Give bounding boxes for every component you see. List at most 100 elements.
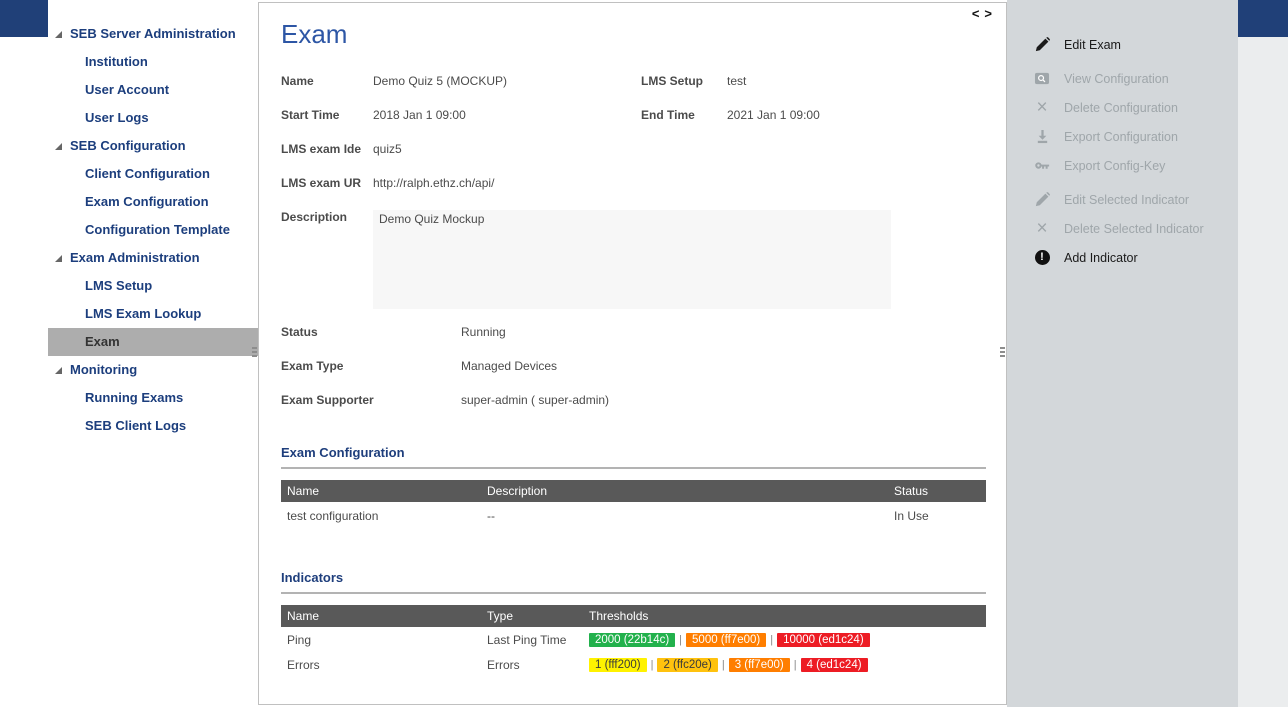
sidebar-item-label: Configuration Template <box>85 216 230 244</box>
sidebar-item-label: Running Exams <box>85 384 183 412</box>
end-time-value: 2021 Jan 1 09:00 <box>727 108 1006 122</box>
sidebar-item-running-exams[interactable]: Running Exams <box>48 384 258 412</box>
sidebar-item-seb-client-logs[interactable]: SEB Client Logs <box>48 412 258 440</box>
column-header-name: Name <box>281 609 487 623</box>
x-icon: × <box>1032 99 1052 117</box>
column-header-thresholds: Thresholds <box>589 609 986 623</box>
sidebar-item-lms-exam-lookup[interactable]: LMS Exam Lookup <box>48 300 258 328</box>
indicators-table: Name Type Thresholds Ping Last Ping Time… <box>281 605 986 677</box>
column-header-type: Type <box>487 609 589 623</box>
pager-prev-icon[interactable]: < <box>972 6 980 21</box>
exclamation-circle-icon: ! <box>1032 249 1052 267</box>
sidebar-item-label: Client Configuration <box>85 160 210 188</box>
exam-configuration-table: Name Description Status test configurati… <box>281 480 986 530</box>
lms-setup-label: LMS Setup <box>641 74 727 88</box>
tree-expander-icon[interactable] <box>55 255 62 262</box>
pager-next-icon[interactable]: > <box>984 6 992 21</box>
indicator-type-cell: Last Ping Time <box>487 633 589 647</box>
threshold-separator: | <box>770 634 773 646</box>
threshold-badge: 3 (ff7e00) <box>729 658 790 672</box>
table-row[interactable]: test configuration -- In Use <box>281 502 986 530</box>
threshold-separator: | <box>679 634 682 646</box>
sidebar-item-label: Monitoring <box>70 356 137 384</box>
sidebar-item-label: LMS Exam Lookup <box>85 300 201 328</box>
threshold-badge: 1 (fff200) <box>589 658 647 672</box>
name-value: Demo Quiz 5 (MOCKUP) <box>373 74 641 88</box>
sidebar-item-lms-setup[interactable]: LMS Setup <box>48 272 258 300</box>
header-bar-right <box>1238 0 1288 37</box>
exam-configuration-heading: Exam Configuration <box>281 445 1006 460</box>
sidebar-item-client-configuration[interactable]: Client Configuration <box>48 160 258 188</box>
table-row[interactable]: Errors Errors 1 (fff200)|2 (ffc20e)|3 (f… <box>281 652 986 677</box>
table-header-row: Name Type Thresholds <box>281 605 986 627</box>
edit-selected-indicator-button: Edit Selected Indicator <box>1007 185 1238 214</box>
indicator-thresholds-cell: 1 (fff200)|2 (ffc20e)|3 (ff7e00)|4 (ed1c… <box>589 657 986 672</box>
action-label: Export Config-Key <box>1064 159 1165 173</box>
right-background-strip <box>1238 37 1288 707</box>
sidebar-item-label: User Logs <box>85 104 149 132</box>
exam-detail-panel: < > Exam Name Demo Quiz 5 (MOCKUP) LMS S… <box>258 2 1007 705</box>
delete-selected-indicator-button: × Delete Selected Indicator <box>1007 214 1238 243</box>
action-label: Add Indicator <box>1064 251 1138 265</box>
action-label: Delete Configuration <box>1064 101 1178 115</box>
lms-exam-identifier-label: LMS exam Ide <box>281 142 373 156</box>
status-label: Status <box>281 325 461 339</box>
export-config-key-button: Export Config-Key <box>1007 151 1238 180</box>
edit-exam-button[interactable]: Edit Exam <box>1007 30 1238 59</box>
sidebar-item-institution[interactable]: Institution <box>48 48 258 76</box>
lms-exam-url-value: http://ralph.ethz.ch/api/ <box>373 176 1006 190</box>
delete-configuration-button: × Delete Configuration <box>1007 93 1238 122</box>
sidebar-item-label: SEB Server Administration <box>70 20 236 48</box>
indicator-name-cell: Ping <box>281 633 487 647</box>
add-indicator-button[interactable]: ! Add Indicator <box>1007 243 1238 272</box>
sidebar-item-label: Institution <box>85 48 148 76</box>
config-name-cell: test configuration <box>281 509 487 523</box>
tree-expander-icon[interactable] <box>55 31 62 38</box>
threshold-separator: | <box>651 659 654 671</box>
section-divider <box>281 467 986 469</box>
page-title: Exam <box>281 19 1006 50</box>
tree-expander-icon[interactable] <box>55 367 62 374</box>
description-field[interactable]: Demo Quiz Mockup <box>373 210 891 309</box>
start-time-value: 2018 Jan 1 09:00 <box>373 108 641 122</box>
sidebar-item-label: LMS Setup <box>85 272 152 300</box>
column-header-name: Name <box>281 484 487 498</box>
config-status-cell: In Use <box>894 509 986 523</box>
action-label: Export Configuration <box>1064 130 1178 144</box>
threshold-badge: 2 (ffc20e) <box>657 658 717 672</box>
sidebar-item-exam-configuration[interactable]: Exam Configuration <box>48 188 258 216</box>
indicator-thresholds-cell: 2000 (22b14c)|5000 (ff7e00)|10000 (ed1c2… <box>589 632 986 647</box>
name-label: Name <box>281 74 373 88</box>
indicators-heading: Indicators <box>281 570 1006 585</box>
pencil-icon <box>1032 191 1052 209</box>
sidebar-item-label: SEB Configuration <box>70 132 186 160</box>
panel-resize-handle-left[interactable] <box>252 347 257 359</box>
sidebar-item-exam[interactable]: Exam <box>48 328 258 356</box>
sidebar-item-user-logs[interactable]: User Logs <box>48 104 258 132</box>
sidebar-item-exam-administration[interactable]: Exam Administration <box>48 244 258 272</box>
threshold-badge: 4 (ed1c24) <box>801 658 868 672</box>
sidebar-item-monitoring[interactable]: Monitoring <box>48 356 258 384</box>
threshold-separator: | <box>794 659 797 671</box>
panel-resize-handle-right[interactable] <box>1000 347 1005 359</box>
sidebar-item-configuration-template[interactable]: Configuration Template <box>48 216 258 244</box>
sidebar-item-seb-server-administration[interactable]: SEB Server Administration <box>48 20 258 48</box>
exam-type-value: Managed Devices <box>461 359 1006 373</box>
sidebar-item-label: SEB Client Logs <box>85 412 186 440</box>
export-configuration-button: Export Configuration <box>1007 122 1238 151</box>
threshold-separator: | <box>722 659 725 671</box>
header-bar-left <box>0 0 48 37</box>
pencil-icon <box>1032 36 1052 54</box>
column-header-status: Status <box>894 484 986 498</box>
sidebar-item-seb-configuration[interactable]: SEB Configuration <box>48 132 258 160</box>
config-description-cell: -- <box>487 509 894 523</box>
x-icon: × <box>1032 220 1052 238</box>
lms-exam-identifier-value: quiz5 <box>373 142 1006 156</box>
view-configuration-button: View Configuration <box>1007 64 1238 93</box>
sidebar-item-user-account[interactable]: User Account <box>48 76 258 104</box>
download-icon <box>1032 128 1052 146</box>
sidebar-nav: SEB Server Administration Institution Us… <box>48 0 258 707</box>
section-divider <box>281 592 986 594</box>
table-row[interactable]: Ping Last Ping Time 2000 (22b14c)|5000 (… <box>281 627 986 652</box>
tree-expander-icon[interactable] <box>55 143 62 150</box>
